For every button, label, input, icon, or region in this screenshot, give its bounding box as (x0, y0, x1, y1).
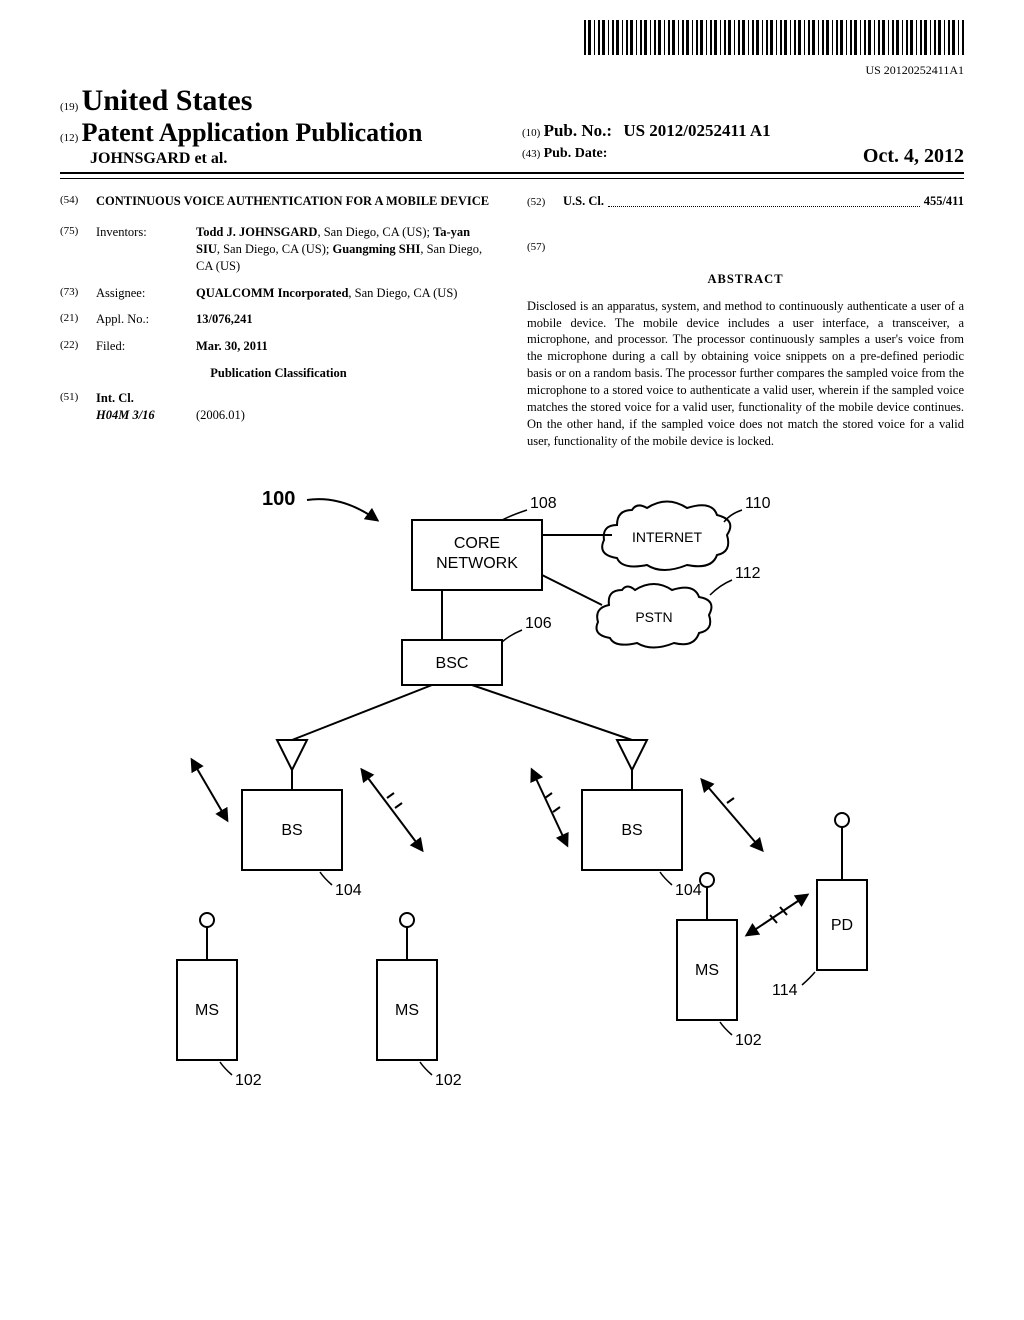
network-diagram: 100 CORE NETWORK 108 INTERNET 110 PSTN 1… (132, 480, 892, 1100)
filed-label: Filed: (96, 338, 196, 355)
ref-112: 112 (735, 565, 761, 582)
intcl-label: Int. Cl. (96, 390, 497, 407)
uscl-code: (52) (527, 195, 563, 210)
ref-108: 108 (530, 495, 557, 512)
biblio-columns: (54) CONTINUOUS VOICE AUTHENTICATION FOR… (60, 193, 964, 450)
dotted-leader (608, 197, 920, 207)
ms-3-label: MS (695, 962, 719, 979)
pubno-value: US 2012/0252411 A1 (623, 121, 770, 140)
ref-100: 100 (262, 488, 295, 510)
inventors-label: Inventors: (96, 224, 196, 275)
intcl-class: H04M 3/16 (96, 407, 196, 424)
country-code: (19) (60, 101, 78, 113)
barcode-area (60, 20, 964, 59)
authors-line: JOHNSGARD et al. (60, 150, 502, 168)
pubdate-label: Pub. Date: (544, 146, 608, 161)
assignee-value: QUALCOMM Incorporated, San Diego, CA (US… (196, 285, 497, 302)
ref-102-1: 102 (235, 1072, 262, 1089)
filed-code: (22) (60, 338, 96, 355)
header-rule (60, 178, 964, 179)
bsc-label: BSC (436, 655, 469, 672)
title-code: (54) (60, 193, 96, 210)
ms-1-label: MS (195, 1002, 219, 1019)
pstn-label: PSTN (635, 609, 672, 625)
pub-classification-heading: Publication Classification (60, 365, 497, 382)
inventors-code: (75) (60, 224, 96, 275)
assignee-label: Assignee: (96, 285, 196, 302)
left-column: (54) CONTINUOUS VOICE AUTHENTICATION FOR… (60, 193, 497, 450)
applno-code: (21) (60, 311, 96, 328)
barcode-number: US 20120252411A1 (60, 63, 964, 78)
pubno-code: (10) (522, 127, 540, 139)
ref-106: 106 (525, 615, 552, 632)
figure-area: 100 CORE NETWORK 108 INTERNET 110 PSTN 1… (60, 480, 964, 1100)
document-header: (19) United States (12) Patent Applicati… (60, 84, 964, 174)
ref-114: 114 (772, 982, 798, 999)
ref-102-2: 102 (435, 1072, 462, 1089)
applno-value: 13/076,241 (196, 311, 497, 328)
inventors-value: Todd J. JOHNSGARD, San Diego, CA (US); T… (196, 224, 497, 275)
uscl-value: 455/411 (924, 193, 964, 210)
country-name: United States (82, 84, 253, 117)
barcode-graphic (584, 20, 964, 55)
invention-title: CONTINUOUS VOICE AUTHENTICATION FOR A MO… (96, 193, 497, 210)
abstract-body: Disclosed is an apparatus, system, and m… (527, 298, 964, 450)
pubdate-value: Oct. 4, 2012 (863, 145, 964, 168)
ref-110: 110 (745, 495, 771, 512)
ref-104-left: 104 (335, 882, 362, 899)
pubdate-code: (43) (522, 148, 540, 160)
ref-104-right: 104 (675, 882, 702, 899)
bs-right-label: BS (621, 822, 642, 839)
applno-label: Appl. No.: (96, 311, 196, 328)
right-column: (52) U.S. Cl. 455/411 (57) ABSTRACT Disc… (527, 193, 964, 450)
internet-label: INTERNET (632, 529, 702, 545)
ms-2-label: MS (395, 1002, 419, 1019)
intcl-year: (2006.01) (196, 407, 245, 424)
doc-type-code: (12) (60, 132, 78, 144)
doc-type: Patent Application Publication (82, 118, 423, 147)
pd-label: PD (831, 917, 853, 934)
abstract-code: (57) (527, 240, 563, 255)
abstract-title: ABSTRACT (527, 271, 964, 288)
intcl-code: (51) (60, 390, 96, 407)
pubno-label: Pub. No.: (544, 121, 612, 140)
bs-left-label: BS (281, 822, 302, 839)
filed-value: Mar. 30, 2011 (196, 338, 497, 355)
assignee-code: (73) (60, 285, 96, 302)
core-network-label-2: NETWORK (436, 555, 518, 572)
uscl-label: U.S. Cl. (563, 193, 604, 210)
ref-102-3: 102 (735, 1032, 762, 1049)
core-network-label-1: CORE (454, 535, 500, 552)
